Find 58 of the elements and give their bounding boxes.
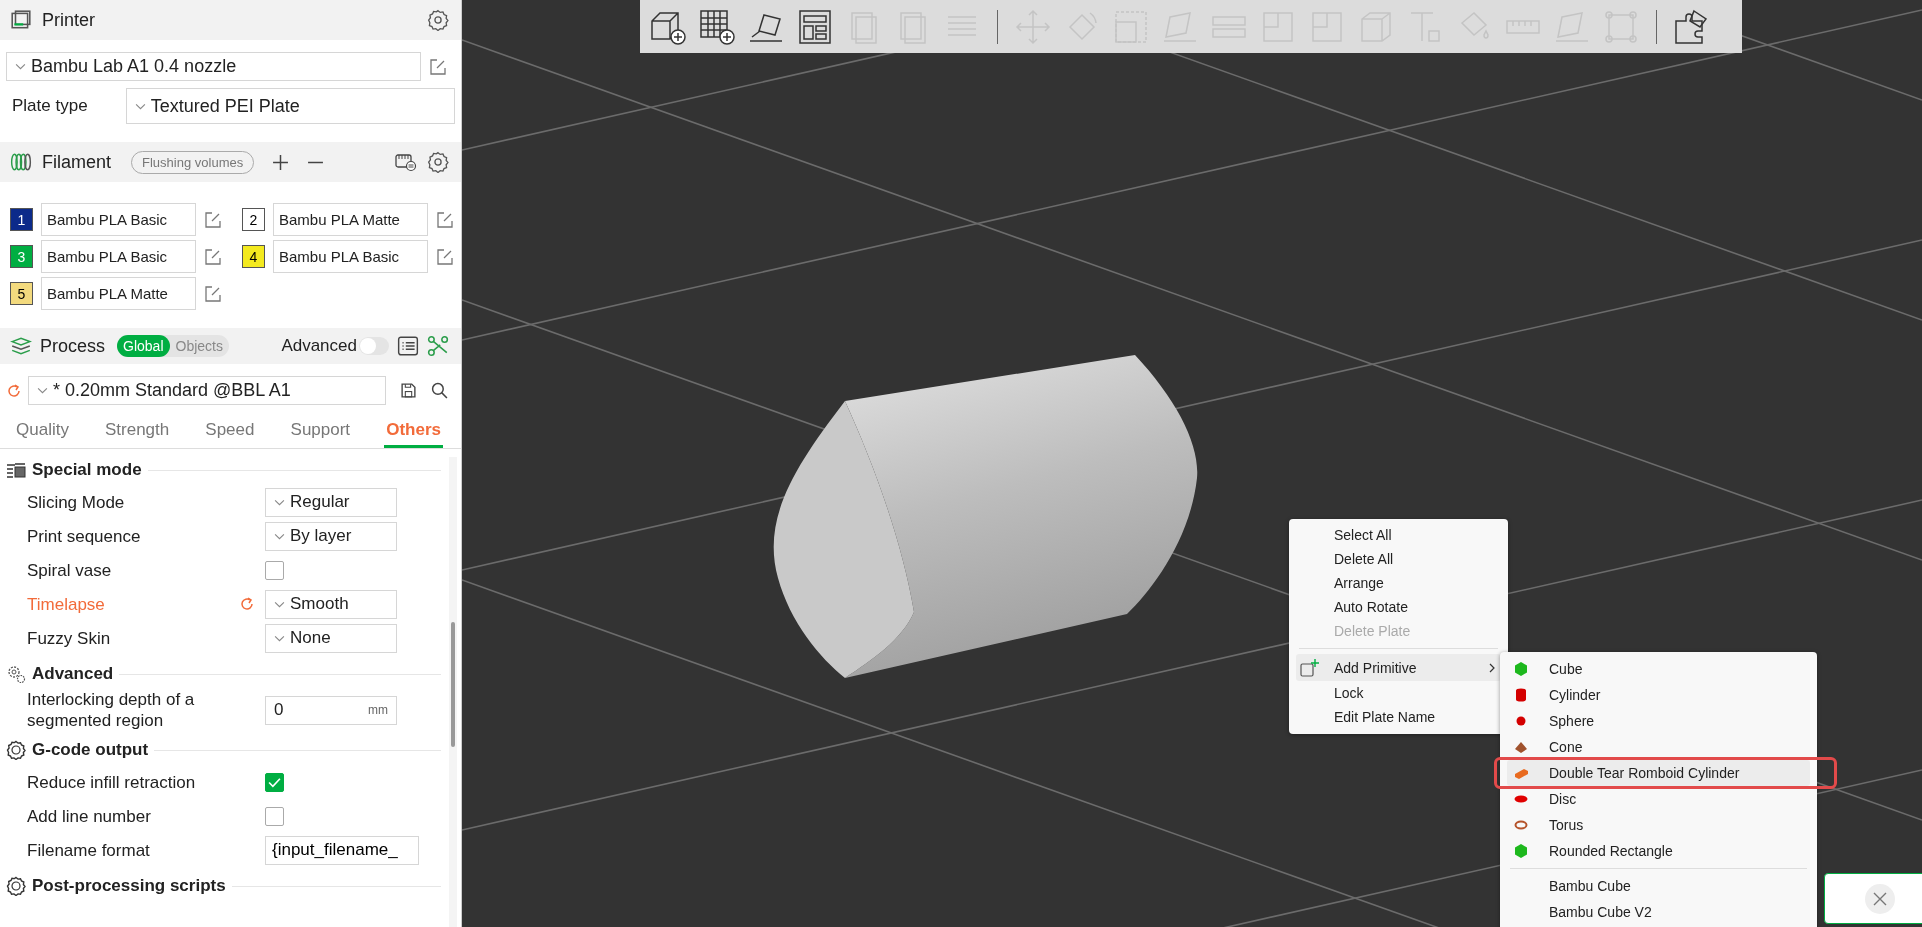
- menu-item[interactable]: Cube: [1507, 656, 1810, 682]
- menu-item[interactable]: Edit Plate Name: [1296, 705, 1501, 729]
- setting-label: Print sequence: [27, 525, 142, 547]
- menu-item[interactable]: Bambu Cube V2: [1507, 899, 1810, 925]
- settings-tab[interactable]: Strength: [103, 417, 172, 448]
- section-title: Filament: [42, 151, 112, 173]
- setting-select[interactable]: Regular: [265, 487, 397, 517]
- filament-color-chip[interactable]: 4: [242, 245, 265, 268]
- setting-select[interactable]: Smooth: [265, 589, 397, 619]
- setting-label: Fuzzy Skin: [27, 627, 112, 649]
- section-title: Printer: [42, 9, 95, 31]
- section-heading: Advanced: [32, 664, 114, 684]
- setting-label: Filename format: [27, 839, 151, 861]
- menu-item[interactable]: Cone: [1507, 734, 1810, 760]
- filament-color-chip[interactable]: 2: [242, 208, 265, 231]
- settings-tab[interactable]: Speed: [203, 417, 257, 448]
- setting-label: Slicing Mode: [27, 491, 126, 513]
- setting-label: Interlocking depth of a segmented region: [27, 689, 196, 731]
- process-preset-select[interactable]: * 0.20mm Standard @BBL A1: [28, 376, 386, 405]
- settings-tab[interactable]: Quality: [14, 417, 71, 448]
- section-heading: Post-processing scripts: [32, 876, 226, 896]
- settings-tab[interactable]: Support: [288, 417, 353, 448]
- advanced-label: Advanced: [281, 336, 357, 356]
- menu-item[interactable]: Add Primitive: [1296, 654, 1501, 681]
- menu-item[interactable]: Disc: [1507, 786, 1810, 812]
- filament-select[interactable]: Bambu PLA Basic: [41, 203, 196, 236]
- section-heading: G-code output: [32, 740, 149, 760]
- printer-select[interactable]: Bambu Lab A1 0.4 nozzle: [6, 52, 421, 81]
- flushing-volumes-button[interactable]: Flushing volumes: [131, 150, 255, 174]
- menu-item[interactable]: Sphere: [1507, 708, 1810, 734]
- section-title: Process: [40, 335, 106, 357]
- menu-item[interactable]: Lock: [1296, 681, 1501, 705]
- section-heading: Special mode: [32, 460, 142, 480]
- menu-item[interactable]: Bambu Cube: [1507, 873, 1810, 899]
- plate-type-select[interactable]: Textured PEI Plate: [125, 88, 455, 124]
- number-field[interactable]: 0 mm: [265, 695, 397, 725]
- filament-select[interactable]: Bambu PLA Matte: [41, 277, 196, 310]
- menu-item[interactable]: Select All: [1296, 523, 1501, 547]
- menu-item[interactable]: Cylinder: [1507, 682, 1810, 708]
- menu-item[interactable]: Torus: [1507, 812, 1810, 838]
- setting-select[interactable]: None: [265, 623, 397, 653]
- menu-item[interactable]: Auto Rotate: [1296, 595, 1501, 619]
- filament-select[interactable]: Bambu PLA Basic: [41, 240, 196, 273]
- setting-select[interactable]: By layer: [265, 521, 397, 551]
- filament-color-chip[interactable]: 1: [10, 208, 33, 231]
- setting-label: Reduce infill retraction: [27, 771, 197, 793]
- menu-item[interactable]: Rounded Rectangle: [1507, 838, 1810, 864]
- filament-color-chip[interactable]: 5: [10, 282, 33, 305]
- setting-label: Spiral vase: [27, 559, 113, 581]
- menu-item[interactable]: Delete All: [1296, 547, 1501, 571]
- menu-item[interactable]: Arrange: [1296, 571, 1501, 595]
- setting-label: Add line number: [27, 805, 152, 827]
- setting-label: Timelapse: [27, 593, 106, 615]
- filament-select[interactable]: Bambu PLA Basic: [273, 240, 428, 273]
- text-field[interactable]: {input_filename_: [265, 835, 419, 865]
- plate-type-label: Plate type: [12, 96, 89, 116]
- menu-item[interactable]: Double Tear Romboid Cylinder: [1507, 760, 1810, 786]
- filament-select[interactable]: Bambu PLA Matte: [273, 203, 428, 236]
